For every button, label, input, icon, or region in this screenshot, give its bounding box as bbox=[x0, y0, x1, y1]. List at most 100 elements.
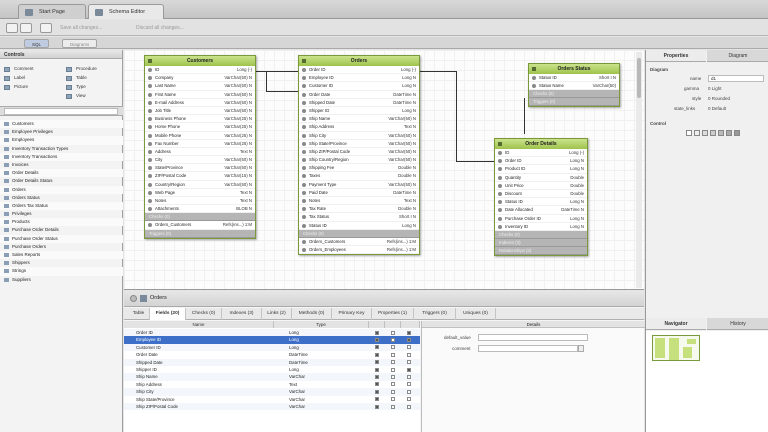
table-row[interactable]: Ship State/Province VarChar bbox=[124, 396, 420, 403]
table-row[interactable]: Employee ID Long bbox=[124, 336, 420, 344]
field-checkbox[interactable] bbox=[407, 345, 411, 350]
tab-sql[interactable]: SQL bbox=[24, 39, 50, 48]
refresh-button[interactable] bbox=[40, 23, 52, 33]
entity-header[interactable]: Orders Status bbox=[529, 64, 619, 74]
field-checkbox[interactable] bbox=[391, 404, 395, 409]
tab-links[interactable]: Links (2) bbox=[262, 308, 292, 320]
entity-field[interactable]: Ship ZIP/Postal Code VarChar(50) N bbox=[299, 148, 419, 157]
table-list-item[interactable]: Sales Reports bbox=[0, 251, 123, 260]
canvas-scrollbar[interactable] bbox=[636, 52, 642, 288]
field-checkbox[interactable] bbox=[375, 367, 379, 372]
entity-field[interactable]: ID Long (-) bbox=[495, 149, 587, 158]
entity-field[interactable]: Attachments BLOB N bbox=[145, 205, 255, 214]
field-checkbox[interactable] bbox=[391, 374, 395, 379]
table-row[interactable]: Shipper ID Long bbox=[124, 366, 420, 373]
field-checkbox[interactable] bbox=[407, 337, 411, 342]
navigator-view[interactable] bbox=[646, 331, 768, 432]
table-list-item[interactable]: Shippers bbox=[0, 259, 123, 267]
entity-field[interactable]: Address Text N bbox=[145, 148, 255, 157]
entity-orders[interactable]: Orders Order ID Long (-) Employee ID Long NC… bbox=[298, 55, 420, 256]
entity-field[interactable]: ZIP/Postal Code VarChar(15) N bbox=[145, 172, 255, 181]
default-value-input[interactable] bbox=[478, 334, 588, 341]
tab-diagrams[interactable]: Diagrams bbox=[62, 39, 98, 48]
field-checkbox[interactable] bbox=[407, 374, 411, 379]
field-checkbox[interactable] bbox=[375, 374, 379, 379]
tab-indexes[interactable]: Indexes (3) bbox=[222, 308, 262, 320]
grid-button[interactable] bbox=[20, 23, 32, 33]
field-checkbox[interactable] bbox=[391, 382, 395, 387]
field-checkbox[interactable] bbox=[375, 352, 379, 357]
control-comment[interactable]: Comment bbox=[0, 66, 34, 74]
entity-field[interactable]: Employee ID Long N bbox=[299, 74, 419, 83]
tab-properties[interactable]: Properties bbox=[646, 50, 706, 62]
field-checkbox[interactable] bbox=[407, 352, 411, 357]
field-checkbox[interactable] bbox=[375, 330, 379, 335]
field-checkbox[interactable] bbox=[391, 337, 395, 342]
entity-link[interactable]: Orders_Employees Refs(ins...) 1:M bbox=[299, 246, 419, 255]
comment-input[interactable] bbox=[478, 345, 578, 352]
entity-field[interactable]: City VarChar(50) N bbox=[145, 156, 255, 165]
tab-checks[interactable]: Checks (0) bbox=[186, 308, 222, 320]
field-checkbox[interactable] bbox=[407, 389, 411, 394]
entity-field[interactable]: Tax Rate Double N bbox=[299, 205, 419, 214]
tab-uniques[interactable]: Uniques (0) bbox=[456, 308, 496, 320]
field-checkbox[interactable] bbox=[375, 345, 379, 350]
table-list-item[interactable]: Order Details bbox=[0, 169, 123, 178]
field-checkbox[interactable] bbox=[391, 330, 395, 335]
entity-field[interactable]: State/Province VarChar(50) N bbox=[145, 164, 255, 173]
field-checkbox[interactable] bbox=[407, 397, 411, 402]
entity-field[interactable]: Company VarChar(50) N bbox=[145, 74, 255, 83]
tab-primary-key[interactable]: Primary Key bbox=[332, 308, 372, 320]
control-label[interactable]: Label bbox=[0, 75, 25, 83]
tab-triggers[interactable]: Triggers (0) bbox=[414, 308, 456, 320]
entity-field[interactable]: Shipper ID Long N bbox=[299, 107, 419, 116]
swatch[interactable] bbox=[694, 130, 700, 136]
entity-field[interactable]: Ship Name VarChar(50) N bbox=[299, 115, 419, 124]
entity-section[interactable]: Indexes (3) bbox=[495, 238, 587, 247]
entity-section[interactable]: Checks (0) bbox=[529, 90, 619, 99]
entity-field[interactable]: Home Phone VarChar(25) N bbox=[145, 123, 255, 132]
control-picture[interactable]: Picture bbox=[0, 84, 28, 92]
entity-field[interactable]: Last Name VarChar(50) N bbox=[145, 82, 255, 91]
tab-table[interactable]: Table bbox=[128, 308, 150, 320]
entity-section[interactable]: Checks (0) bbox=[299, 229, 419, 238]
control-view[interactable]: View bbox=[62, 93, 86, 101]
entity-field[interactable]: Date Allocated DateTime N bbox=[495, 206, 587, 215]
entity-field[interactable]: Ship City VarChar(50) N bbox=[299, 132, 419, 140]
table-list-item[interactable]: Privileges bbox=[0, 210, 123, 218]
entity-link[interactable]: Orders_Customers Refs(ins...) 1:M bbox=[299, 238, 419, 246]
entity-field[interactable]: Order Date DateTime N bbox=[299, 91, 419, 99]
entity-field[interactable]: Ship Address Text N bbox=[299, 123, 419, 132]
close-icon[interactable] bbox=[130, 295, 137, 302]
tab-start-page[interactable]: Start Page bbox=[18, 4, 86, 19]
tab-methods[interactable]: Methods (0) bbox=[292, 308, 332, 320]
entity-field[interactable]: Business Phone VarChar(25) N bbox=[145, 115, 255, 124]
table-list-item[interactable]: Purchase Orders bbox=[0, 243, 123, 251]
entity-field[interactable]: Inventory ID Long N bbox=[495, 223, 587, 231]
entity-field[interactable]: Taxes Double N bbox=[299, 172, 419, 181]
field-checkbox[interactable] bbox=[407, 367, 411, 372]
entity-field[interactable]: Web Page Text N bbox=[145, 189, 255, 197]
entity-order-details[interactable]: Order Details ID Long (-) Order ID Long N Pro… bbox=[494, 138, 588, 256]
field-checkbox[interactable] bbox=[375, 337, 379, 342]
scroll-thumb[interactable] bbox=[637, 58, 641, 98]
table-row[interactable]: Order Date DateTime bbox=[124, 351, 420, 358]
table-list-item[interactable]: Orders Tax Status bbox=[0, 201, 123, 211]
table-row[interactable]: Shipped Date DateTime bbox=[124, 358, 420, 366]
field-checkbox[interactable] bbox=[391, 345, 395, 350]
entity-field[interactable]: ID Long (-) bbox=[145, 66, 255, 75]
tab-history[interactable]: History bbox=[707, 318, 768, 330]
table-row[interactable]: Ship Address Text bbox=[124, 381, 420, 388]
field-checkbox[interactable] bbox=[407, 382, 411, 387]
table-list-item[interactable]: Employee Privileges bbox=[0, 128, 123, 136]
table-list-item[interactable]: Suppliers bbox=[0, 276, 123, 284]
entity-section[interactable]: Checks (0) bbox=[145, 213, 255, 222]
field-checkbox[interactable] bbox=[391, 397, 395, 402]
style-value[interactable]: 0 Rounded bbox=[708, 96, 730, 101]
entity-header[interactable]: Orders bbox=[299, 56, 419, 66]
entity-field[interactable]: E-mail Address VarChar(50) N bbox=[145, 99, 255, 107]
entity-section[interactable]: Relationships (3) bbox=[495, 246, 587, 255]
entity-field[interactable]: Fax Number VarChar(25) N bbox=[145, 140, 255, 148]
entity-field[interactable]: Status ID Short I N bbox=[529, 74, 619, 83]
field-checkbox[interactable] bbox=[391, 367, 395, 372]
